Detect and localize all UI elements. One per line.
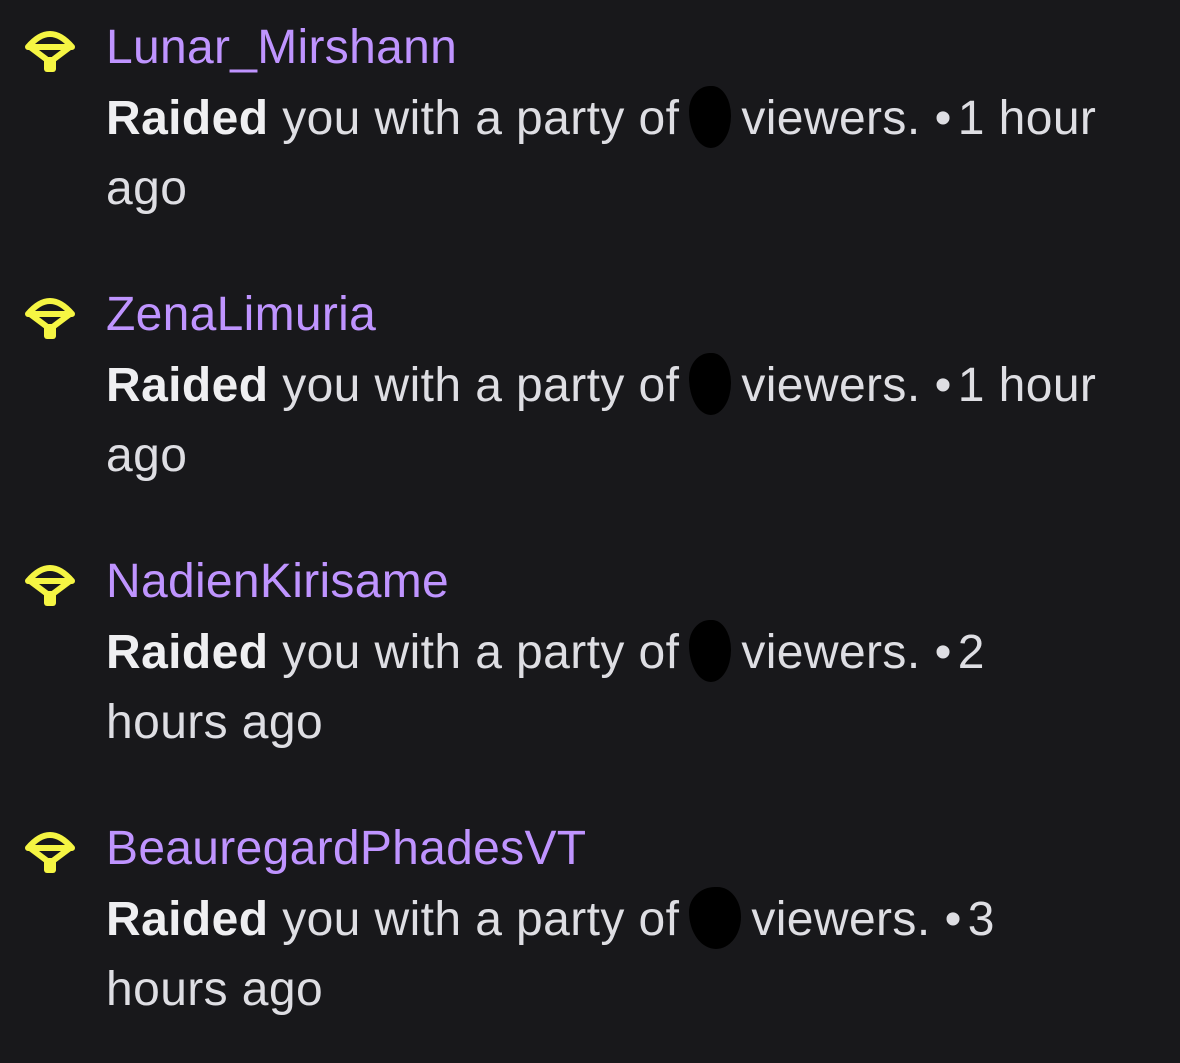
raid-message: Raided you with a party of viewers. • 1 hou… xyxy=(106,351,1116,491)
activity-feed: Lunar_Mirshann Raided you with a party o… xyxy=(0,0,1180,1063)
raid-message: Raided you with a party of viewers. • 1 hou… xyxy=(106,84,1116,224)
raid-parachute-icon xyxy=(24,294,76,342)
raid-text-suffix: viewers. xyxy=(741,359,921,412)
raider-username[interactable]: BeauregardPhadesVT xyxy=(106,819,586,879)
raider-username[interactable]: Lunar_Mirshann xyxy=(106,18,457,78)
separator-dot: • xyxy=(934,359,952,412)
raid-text-prefix: you with a party of xyxy=(282,626,680,679)
raid-text-prefix: you with a party of xyxy=(282,359,680,412)
raid-parachute-icon xyxy=(24,27,76,75)
raid-parachute-icon xyxy=(24,828,76,876)
separator-dot: • xyxy=(934,626,952,679)
separator-dot: • xyxy=(934,92,952,145)
raider-username[interactable]: NadienKirisame xyxy=(106,552,449,612)
raid-action: Raided xyxy=(106,359,269,412)
raid-text-suffix: viewers. xyxy=(741,92,921,145)
separator-dot: • xyxy=(944,893,962,946)
raid-text-prefix: you with a party of xyxy=(282,92,680,145)
raid-message: Raided you with a party of viewers. • 3 hou… xyxy=(106,885,1116,1025)
redacted-viewer-count xyxy=(689,86,732,149)
raid-text-suffix: viewers. xyxy=(741,626,921,679)
raid-text-prefix: you with a party of xyxy=(282,893,680,946)
redacted-viewer-count xyxy=(689,353,732,416)
raider-username[interactable]: ZenaLimuria xyxy=(106,285,376,345)
raid-action: Raided xyxy=(106,626,269,679)
redacted-viewer-count xyxy=(689,887,742,950)
raid-action: Raided xyxy=(106,92,269,145)
raid-parachute-icon xyxy=(24,561,76,609)
raid-message: Raided you with a party of viewers. • 2 hou… xyxy=(106,618,1116,758)
raid-action: Raided xyxy=(106,893,269,946)
raid-text-suffix: viewers. xyxy=(751,893,931,946)
redacted-viewer-count xyxy=(689,620,732,683)
